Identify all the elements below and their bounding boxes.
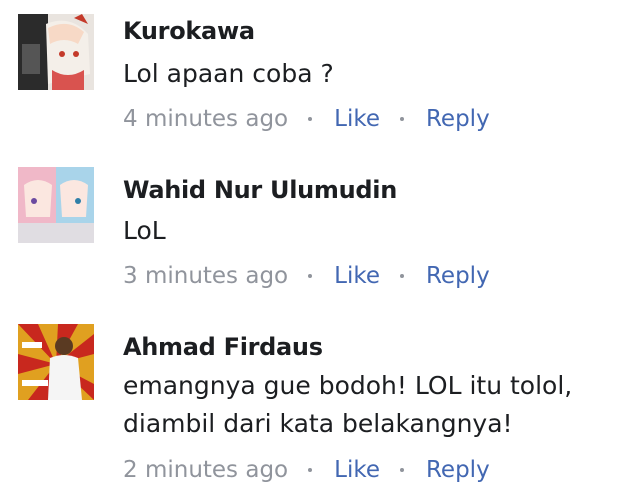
avatar[interactable] [18,167,94,243]
separator-dot-icon [308,468,313,472]
comment-text: LoL [123,216,166,245]
separator-dot-icon [399,117,404,121]
separator-dot-icon [308,274,313,278]
comment-timestamp: 2 minutes ago [123,457,289,483]
avatar[interactable] [18,324,94,400]
comment-text-line-1: emangnya gue bodoh! LOL itu tolol, [123,371,573,400]
comment-timestamp: 3 minutes ago [123,263,289,289]
comment-meta: 2 minutes ago Like Reply [123,457,490,483]
separator-dot-icon [399,468,404,472]
like-button[interactable]: Like [334,263,380,289]
person-sunburst-avatar-icon [18,324,94,400]
reply-button[interactable]: Reply [426,457,490,483]
separator-dot-icon [308,117,313,121]
anime-twins-avatar-icon [18,167,94,243]
comment-author[interactable]: Ahmad Firdaus [123,333,323,361]
comment-text: Lol apaan coba ? [123,59,334,88]
comment-text-line-2: diambil dari kata belakangnya! [123,409,513,438]
separator-dot-icon [399,274,404,278]
like-button[interactable]: Like [334,457,380,483]
comment-timestamp: 4 minutes ago [123,106,289,132]
reply-button[interactable]: Reply [426,263,490,289]
anime-girl-avatar-icon [18,14,94,90]
comment-meta: 4 minutes ago Like Reply [123,106,490,132]
avatar[interactable] [18,14,94,90]
comment-meta: 3 minutes ago Like Reply [123,263,490,289]
comment-author[interactable]: Kurokawa [123,17,255,45]
reply-button[interactable]: Reply [426,106,490,132]
like-button[interactable]: Like [334,106,380,132]
comment-author[interactable]: Wahid Nur Ulumudin [123,176,397,204]
